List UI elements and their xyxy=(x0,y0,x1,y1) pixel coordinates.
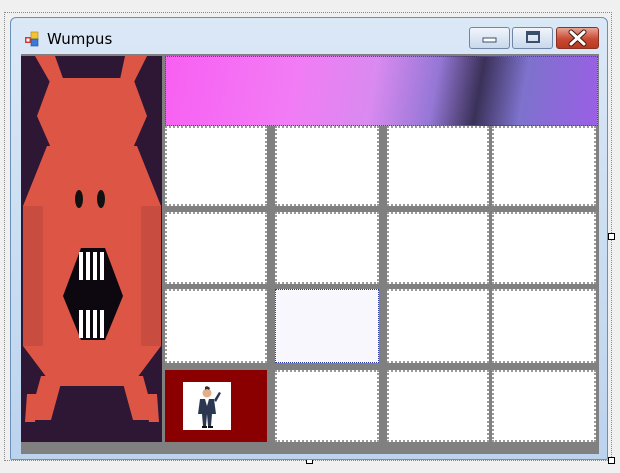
board-cell[interactable] xyxy=(387,370,489,442)
banner-image xyxy=(165,56,598,126)
board-cell[interactable] xyxy=(387,126,489,206)
title-bar[interactable]: Wumpus xyxy=(11,18,607,54)
app-window: Wumpus xyxy=(10,17,608,460)
close-button[interactable] xyxy=(556,27,599,49)
window-title: Wumpus xyxy=(47,30,113,48)
board-cell[interactable] xyxy=(165,126,267,206)
board-cell[interactable] xyxy=(492,370,596,442)
board-grid xyxy=(165,126,598,444)
maximize-icon xyxy=(526,31,540,43)
board-cell[interactable] xyxy=(492,126,596,206)
minimize-icon xyxy=(482,37,497,43)
board-cell-selected[interactable] xyxy=(275,289,379,363)
minimize-button[interactable] xyxy=(469,27,510,49)
board-cell[interactable] xyxy=(492,289,596,363)
player-icon xyxy=(198,386,221,428)
wumpus-icon xyxy=(21,56,162,442)
client-area xyxy=(21,54,599,454)
board-cell[interactable] xyxy=(387,289,489,363)
board-cell-player[interactable] xyxy=(165,370,267,442)
wumpus-picture xyxy=(21,56,162,442)
close-icon xyxy=(568,29,587,47)
board-cell[interactable] xyxy=(275,212,379,284)
board-cell[interactable] xyxy=(387,212,489,284)
board-cell[interactable] xyxy=(165,212,267,284)
player-picture xyxy=(183,382,231,430)
app-icon xyxy=(25,31,39,47)
board-cell[interactable] xyxy=(492,212,596,284)
resize-handle-right[interactable] xyxy=(608,233,615,240)
board-cell[interactable] xyxy=(165,289,267,363)
board-cell[interactable] xyxy=(275,126,379,206)
designer-surface: Wumpus xyxy=(0,0,620,473)
board-cell[interactable] xyxy=(275,370,379,442)
resize-handle-corner[interactable] xyxy=(608,457,615,464)
maximize-button[interactable] xyxy=(512,27,553,49)
